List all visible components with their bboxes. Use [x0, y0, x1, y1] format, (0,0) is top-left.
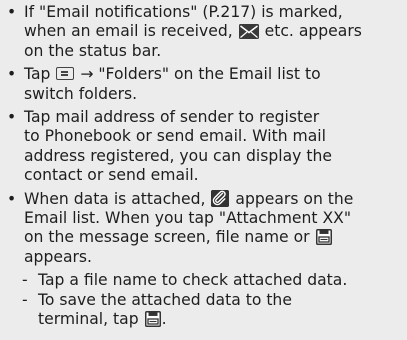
text-fragment: on the message screen, file name or — [24, 228, 310, 247]
text-line: To save the attached data to the — [38, 290, 292, 309]
text-line: contact or send email. — [24, 166, 199, 185]
bullet-marker: • — [7, 189, 17, 208]
manual-page: • If "Email notifications" (P.217) is ma… — [0, 0, 407, 340]
bullet-item-folders: • Tap → "Folders" on the Email list to s… — [0, 65, 407, 104]
sub-item-check-attachment: - Tap a file name to check attached data… — [0, 271, 407, 290]
text-line: If "Email notifications" (P.217) is mark… — [24, 3, 343, 21]
text-fragment: when an email is received, — [24, 22, 233, 41]
bullet-item-sender-address: • Tap mail address of sender to register… — [0, 108, 407, 186]
text-line: When data is attached, appears on the — [24, 189, 403, 209]
text-line: Email list. When you tap "Attachment XX" — [24, 209, 351, 228]
text-line: to Phonebook or send email. With mail — [24, 127, 326, 146]
bullet-item-attachments: • When data is attached, appears on the … — [0, 189, 407, 268]
bullet-marker: • — [7, 3, 17, 21]
paperclip-icon — [211, 189, 230, 207]
text-line: switch folders. — [24, 84, 138, 103]
text-line: address registered, you can display the — [24, 146, 332, 165]
text-line: terminal, tap . — [38, 310, 407, 329]
text-line: on the message screen, file name or — [24, 228, 403, 247]
text-line: appears. — [24, 247, 92, 266]
sub-item-save-attachment: - To save the attached data to the termi… — [0, 291, 407, 330]
save-disk-icon — [315, 229, 332, 246]
bullet-marker: • — [7, 65, 17, 84]
text-fragment: Tap — [24, 65, 51, 84]
dash-marker: - — [22, 271, 28, 290]
menu-key-icon — [56, 67, 75, 81]
text-line: Tap mail address of sender to register — [24, 108, 320, 127]
bullet-marker: • — [7, 108, 17, 127]
text-fragment: terminal, tap — [38, 310, 139, 329]
text-line: Tap → "Folders" on the Email list to — [24, 65, 403, 84]
bullet-item-email-notifications: • If "Email notifications" (P.217) is ma… — [0, 3, 407, 61]
text-line: when an email is received, etc. appears — [24, 22, 403, 41]
save-disk-icon — [144, 311, 161, 328]
text-line: Tap a file name to check attached data. — [38, 271, 348, 290]
text-fragment: → "Folders" on the Email list to — [80, 65, 321, 84]
dash-marker: - — [22, 290, 28, 309]
text-fragment: etc. appears — [264, 22, 362, 41]
text-fragment: appears on the — [235, 189, 354, 208]
text-fragment: When data is attached, — [24, 189, 206, 208]
text-line: on the status bar. — [24, 41, 162, 60]
new-mail-status-icon — [238, 24, 259, 40]
text-fragment: . — [161, 310, 167, 329]
